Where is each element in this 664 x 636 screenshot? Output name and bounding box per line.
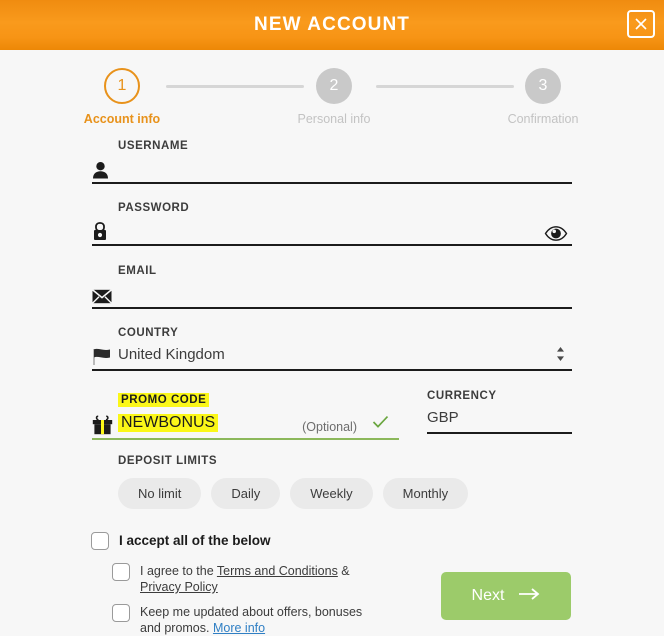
deposit-limits-chips: No limit Daily Weekly Monthly [118, 478, 578, 509]
terms-and-conditions-link[interactable]: Terms and Conditions [217, 564, 338, 578]
currency-row[interactable]: GBP [427, 402, 572, 434]
password-input[interactable] [118, 216, 572, 242]
accept-all-label: I accept all of the below [119, 533, 271, 548]
currency-value[interactable]: GBP [427, 404, 572, 430]
promo-code-optional-text: (Optional) [302, 420, 357, 434]
accept-all-checkbox[interactable] [91, 532, 109, 550]
chip-daily[interactable]: Daily [211, 478, 281, 509]
chip-no-limit[interactable]: No limit [118, 478, 202, 509]
flag-icon [92, 342, 118, 366]
next-button-label: Next [471, 587, 505, 604]
field-country: COUNTRY United Kingdom [92, 327, 572, 371]
username-label: USERNAME [118, 140, 189, 152]
field-password: PASSWORD [92, 202, 572, 246]
terms-prefix: I agree to the [140, 564, 217, 578]
terms-label: I agree to the Terms and Conditions & Pr… [140, 563, 350, 595]
chip-monthly[interactable]: Monthly [382, 478, 469, 509]
marketing-line1: Keep me updated about offers, bonuses [140, 605, 363, 619]
check-icon [372, 415, 389, 434]
promo-code-label-wrap: PROMO CODE [118, 390, 399, 408]
privacy-policy-link[interactable]: Privacy Policy [140, 580, 218, 594]
marketing-label: Keep me updated about offers, bonuses an… [140, 604, 362, 636]
envelope-icon [92, 280, 118, 304]
currency-label: CURRENCY [427, 390, 497, 402]
lock-icon [92, 217, 118, 241]
password-row[interactable] [92, 214, 572, 246]
consents-group: I accept all of the below I agree to the… [91, 532, 471, 636]
terms-joiner: & [337, 564, 350, 578]
chip-weekly[interactable]: Weekly [290, 478, 373, 509]
deposit-limits-label: DEPOSIT LIMITS [118, 455, 218, 467]
username-row[interactable] [92, 152, 572, 184]
gift-icon [92, 411, 118, 435]
field-email: EMAIL [92, 265, 572, 309]
consent-accept-all-row[interactable]: I accept all of the below [91, 532, 471, 550]
field-deposit-limits: DEPOSIT LIMITS No limit Daily Weekly Mon… [118, 455, 578, 509]
marketing-line2: and promos. [140, 621, 213, 635]
promo-code-row[interactable]: NEWBONUS (Optional) [92, 408, 399, 440]
next-button[interactable]: Next [441, 572, 571, 620]
email-input[interactable] [118, 279, 572, 305]
email-label: EMAIL [118, 265, 157, 277]
country-label: COUNTRY [118, 327, 179, 339]
marketing-checkbox[interactable] [112, 604, 130, 622]
chevron-updown-icon[interactable] [555, 344, 566, 364]
eye-icon[interactable] [544, 226, 568, 241]
new-account-form: USERNAME PASSWORD EMAIL COUNTRY United K… [0, 0, 664, 635]
promo-code-label: PROMO CODE [118, 393, 210, 407]
terms-checkbox[interactable] [112, 563, 130, 581]
field-promo-code: PROMO CODE NEWBONUS (Optional) [92, 390, 399, 440]
username-input[interactable] [118, 154, 572, 180]
arrow-right-icon [518, 587, 540, 606]
consent-terms-row[interactable]: I agree to the Terms and Conditions & Pr… [112, 563, 471, 595]
field-currency: CURRENCY GBP [427, 390, 572, 434]
consent-marketing-row[interactable]: Keep me updated about offers, bonuses an… [112, 604, 471, 636]
email-row[interactable] [92, 277, 572, 309]
user-icon [92, 155, 118, 179]
promo-code-value[interactable]: NEWBONUS [118, 414, 219, 432]
password-label: PASSWORD [118, 202, 190, 214]
country-row[interactable]: United Kingdom [92, 339, 572, 371]
more-info-link[interactable]: More info [213, 621, 265, 635]
country-value[interactable]: United Kingdom [118, 341, 572, 367]
field-username: USERNAME [92, 140, 572, 184]
